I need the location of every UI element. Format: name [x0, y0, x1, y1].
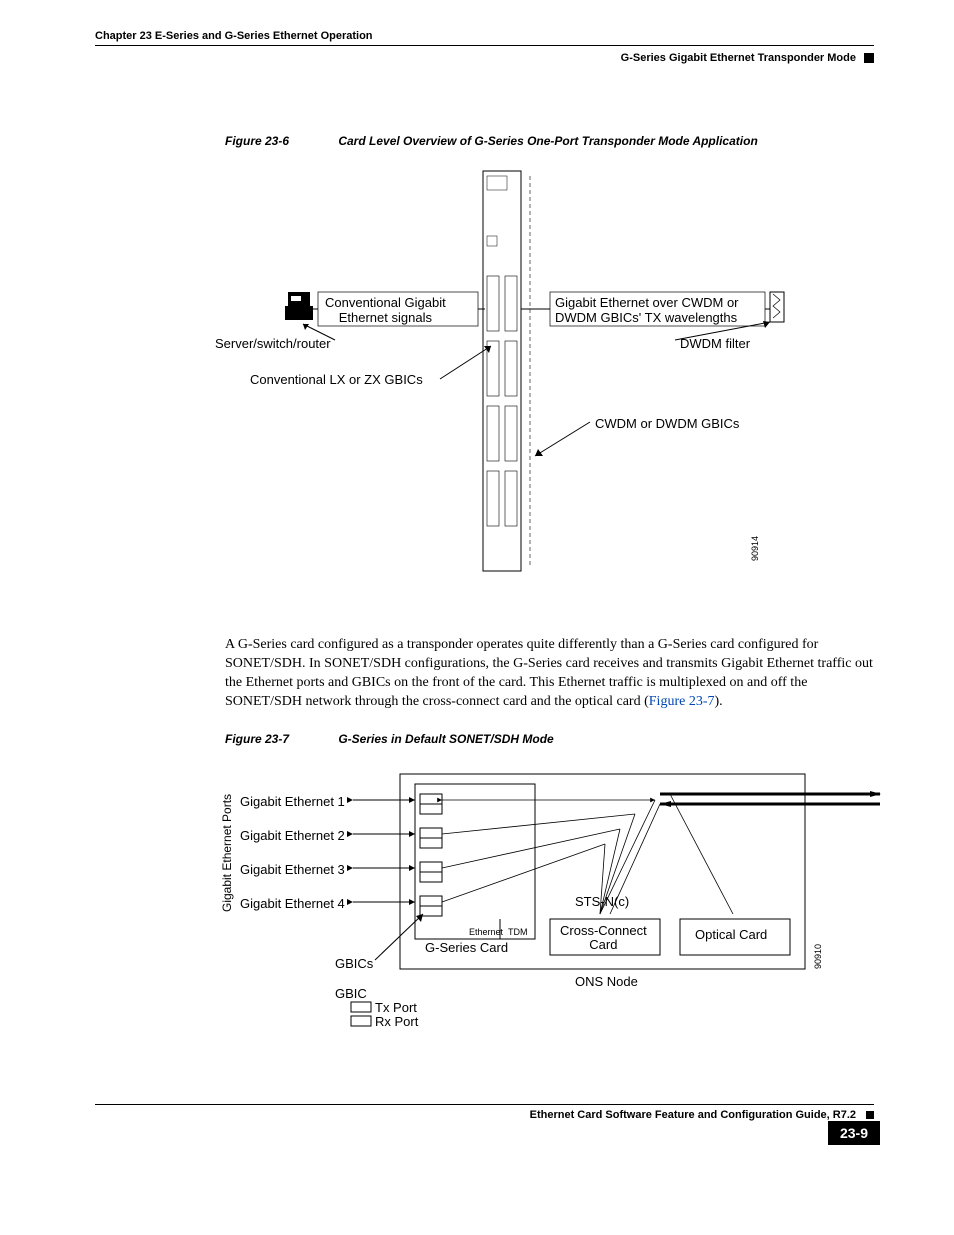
- callout-cwdm: CWDM or DWDM GBICs: [595, 416, 739, 431]
- callout-ge3: Gigabit Ethernet 3: [240, 862, 345, 877]
- figure-7-title: G-Series in Default SONET/SDH Mode: [338, 732, 553, 746]
- callout-tdm: TDM: [508, 927, 528, 937]
- callout-ge2: Gigabit Ethernet 2: [240, 828, 345, 843]
- footer-marker-icon: [866, 1111, 874, 1119]
- callout-ge4: Gigabit Ethernet 4: [240, 896, 345, 911]
- callout-rx: Rx Port: [375, 1014, 418, 1029]
- para-text-a: A G-Series card configured as a transpon…: [225, 637, 873, 709]
- callout-optical: Optical Card: [695, 927, 767, 942]
- callout-over: Gigabit Ethernet over CWDM orDWDM GBICs'…: [555, 296, 739, 326]
- callout-ethernet: Ethernet: [469, 927, 503, 937]
- figure-6-side-number: 90914: [750, 536, 760, 561]
- callout-tx: Tx Port: [375, 1000, 417, 1015]
- body-paragraph: A G-Series card configured as a transpon…: [225, 636, 874, 712]
- callout-vert-label: Gigabit Ethernet Ports: [220, 794, 234, 912]
- chapter-header: Chapter 23 E-Series and G-Series Etherne…: [95, 30, 874, 46]
- figure-6-title: Card Level Overview of G-Series One-Port…: [338, 134, 757, 148]
- footer: Ethernet Card Software Feature and Confi…: [95, 1104, 874, 1121]
- callout-server: Server/switch/router: [215, 336, 331, 351]
- xref-figure-23-7[interactable]: Figure 23-7: [649, 694, 715, 709]
- section-header: G-Series Gigabit Ethernet Transponder Mo…: [95, 52, 874, 64]
- page: Chapter 23 E-Series and G-Series Etherne…: [0, 0, 954, 1161]
- callout-gseries: G-Series Card: [425, 940, 508, 955]
- callout-gbics: GBICs: [335, 956, 373, 971]
- callout-conv-gbics: Conventional LX or ZX GBICs: [250, 372, 423, 387]
- callout-cross: Cross-ConnectCard: [560, 924, 647, 953]
- callout-ons: ONS Node: [575, 974, 638, 989]
- figure-6-number: Figure 23-6: [225, 134, 335, 148]
- callout-ge1: Gigabit Ethernet 1: [240, 794, 345, 809]
- page-number: 23-9: [828, 1121, 880, 1145]
- para-text-b: ).: [714, 694, 722, 709]
- section-marker-icon: [864, 53, 874, 63]
- figure-7-number: Figure 23-7: [225, 732, 335, 746]
- figure-7-caption: Figure 23-7 G-Series in Default SONET/SD…: [225, 732, 874, 746]
- callout-conv-sig: Conventional GigabitEthernet signals: [325, 296, 446, 326]
- section-title: G-Series Gigabit Ethernet Transponder Mo…: [621, 52, 856, 64]
- figure-7: Gigabit Ethernet Ports Gigabit Ethernet …: [205, 764, 874, 1044]
- figure-6: Conventional GigabitEthernet signals Ser…: [205, 166, 874, 596]
- figure-7-side-number: 90910: [813, 944, 823, 969]
- callout-sts: STS-N(c): [575, 894, 629, 909]
- figure-6-caption: Figure 23-6 Card Level Overview of G-Ser…: [225, 134, 874, 148]
- callout-dwdm: DWDM filter: [680, 336, 750, 351]
- footer-guide: Ethernet Card Software Feature and Confi…: [530, 1109, 856, 1121]
- callout-gbic: GBIC: [335, 986, 367, 1001]
